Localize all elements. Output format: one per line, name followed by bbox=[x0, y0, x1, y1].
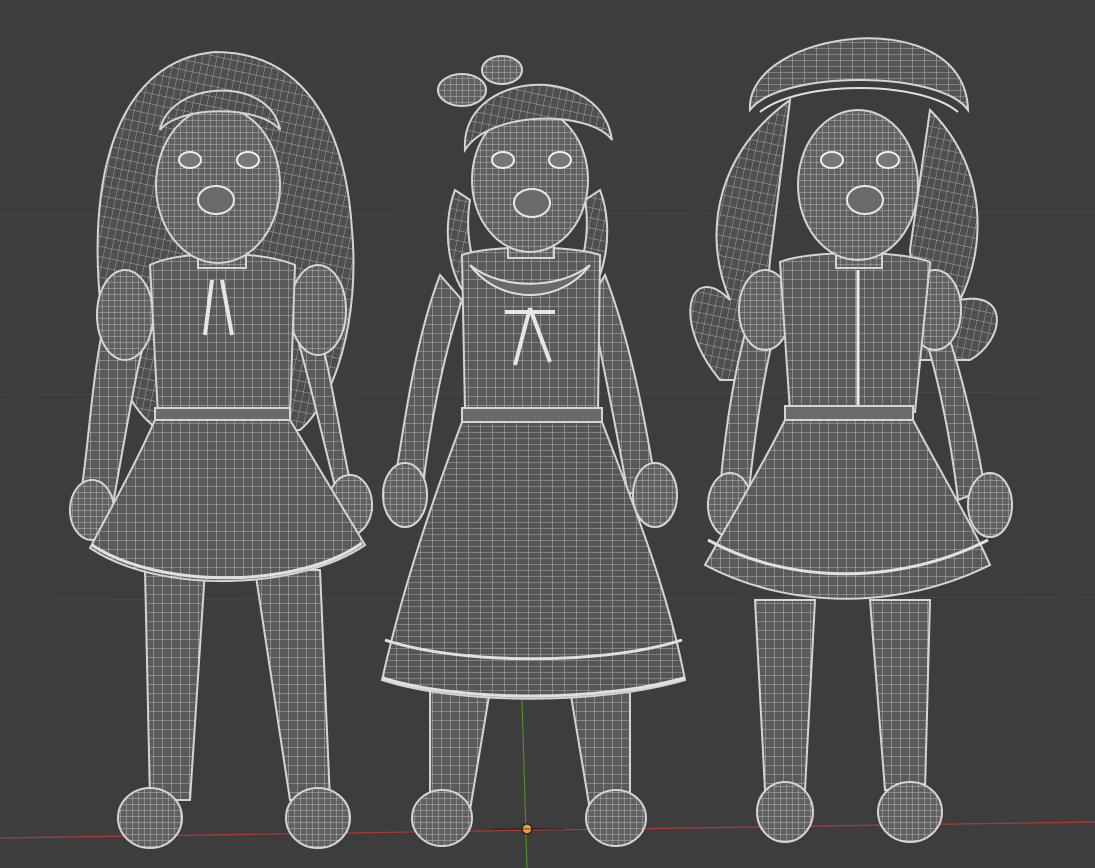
y-axis-line bbox=[521, 699, 528, 868]
doll-model-long-hair[interactable] bbox=[69, 50, 374, 849]
doll-model-braids[interactable] bbox=[380, 55, 687, 847]
doll-model-bonnet[interactable] bbox=[689, 37, 1013, 843]
3d-viewport[interactable] bbox=[0, 0, 1095, 868]
